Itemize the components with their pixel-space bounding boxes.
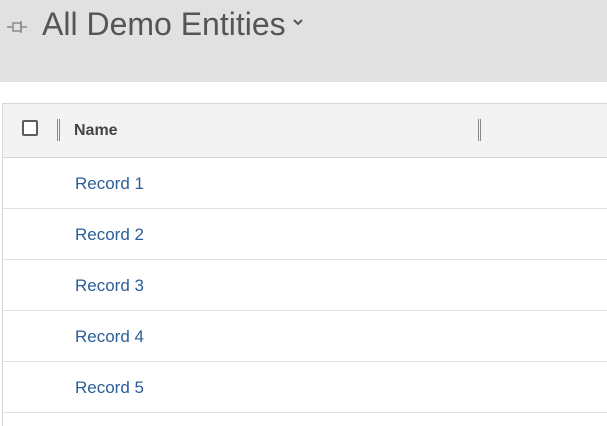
column-resize-handle[interactable] [478, 119, 481, 141]
chevron-down-icon[interactable] [290, 14, 306, 30]
column-header-name[interactable]: Name [74, 121, 118, 141]
view-title[interactable]: All Demo Entities [42, 4, 286, 44]
record-link[interactable]: Record 2 [75, 224, 144, 246]
records-grid: Name Record 1 Record 2 Record 3 Record 4… [2, 103, 607, 426]
record-link[interactable]: Record 3 [75, 275, 144, 297]
record-link[interactable]: Record 5 [75, 377, 144, 399]
record-link[interactable]: Record 1 [75, 173, 144, 195]
record-link[interactable]: Record 4 [75, 326, 144, 348]
view-header: All Demo Entities [0, 0, 607, 82]
table-row[interactable]: Record 4 [3, 311, 607, 362]
table-row[interactable]: Record 1 [3, 158, 607, 209]
table-row[interactable]: Record 2 [3, 209, 607, 260]
pin-icon[interactable] [6, 18, 28, 36]
table-row[interactable]: Record 5 [3, 362, 607, 413]
column-resize-handle[interactable] [57, 119, 60, 141]
select-all-checkbox[interactable] [22, 120, 38, 136]
grid-header: Name [3, 104, 607, 158]
table-row[interactable]: Record 3 [3, 260, 607, 311]
